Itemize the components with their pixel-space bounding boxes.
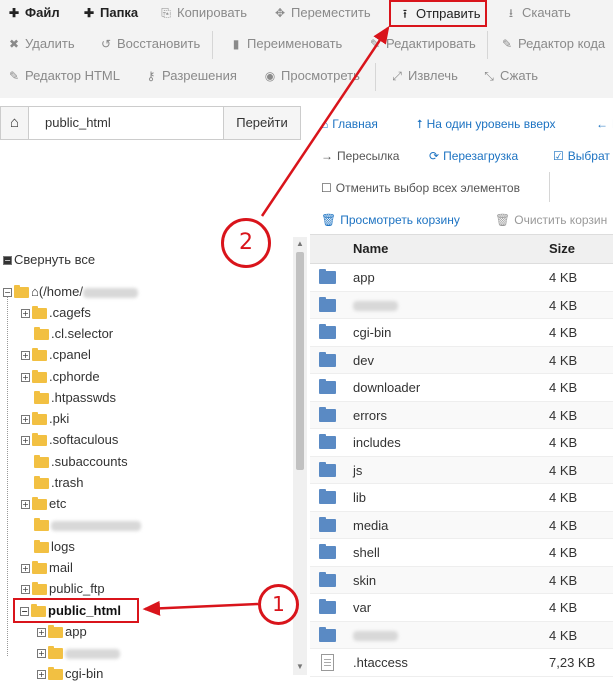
callout-1: 1 — [258, 584, 299, 625]
callout-2: 2 — [221, 218, 271, 268]
annotation-arrows — [142, 25, 390, 616]
arrow-to-upload — [260, 25, 390, 217]
arrow-to-public-html — [142, 600, 259, 616]
